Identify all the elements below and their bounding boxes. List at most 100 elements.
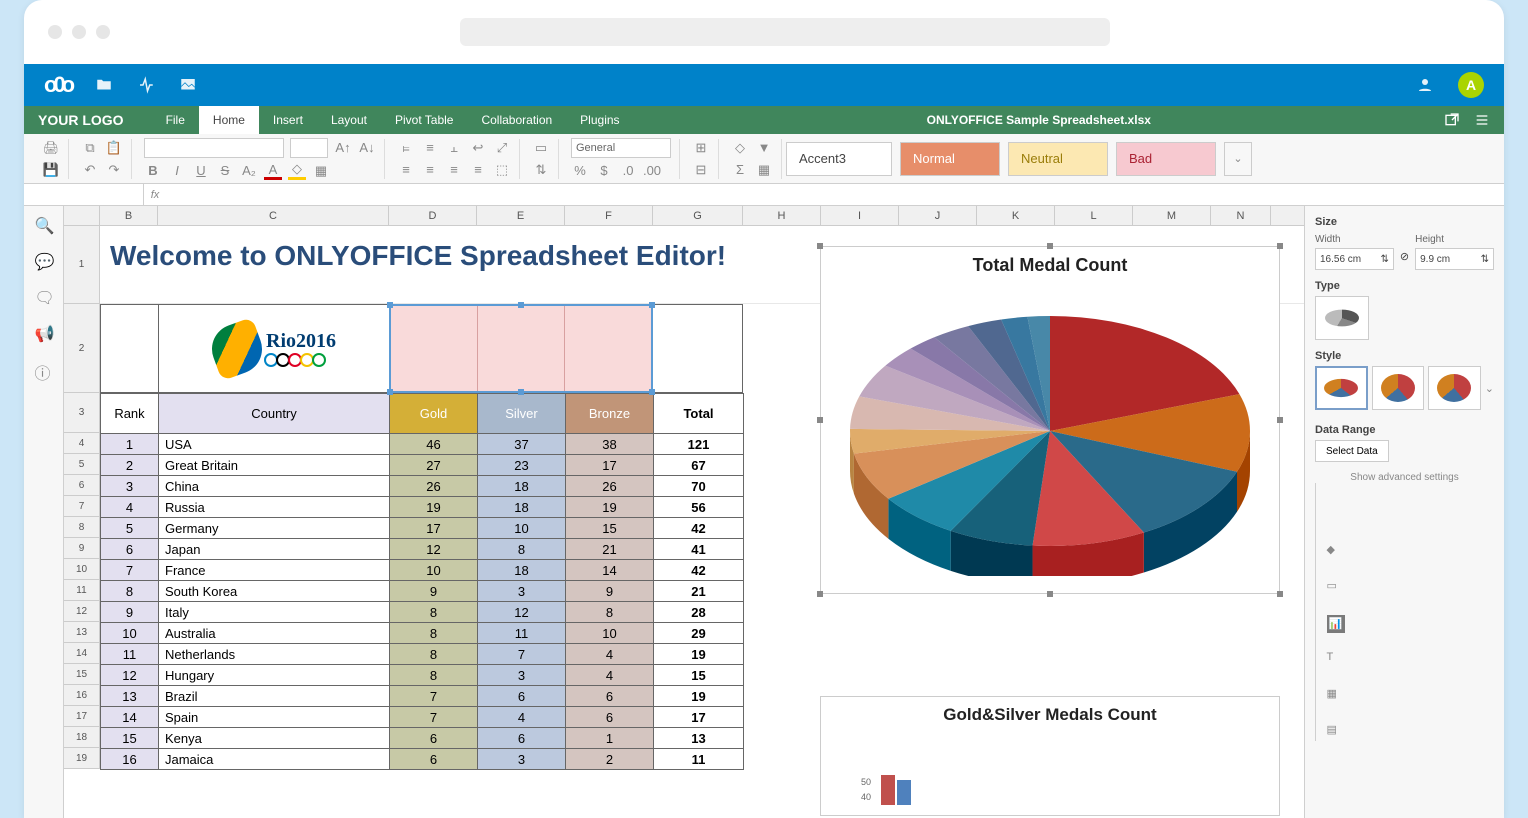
table-row[interactable]: 14Spain 74 617 xyxy=(101,707,744,728)
table-row[interactable]: 11Netherlands 87 419 xyxy=(101,644,744,665)
row-header[interactable]: 19 xyxy=(64,748,100,769)
column-header[interactable]: F xyxy=(565,206,653,225)
shape-settings-icon[interactable]: ◆ xyxy=(1327,543,1345,561)
pivot-settings-icon[interactable]: ▤ xyxy=(1327,723,1345,741)
chat-icon[interactable]: 🗨 xyxy=(35,288,53,306)
name-box[interactable] xyxy=(24,184,144,205)
underline-icon[interactable]: U xyxy=(192,162,210,180)
dec-increase-icon[interactable]: .00 xyxy=(643,162,661,180)
table-row[interactable]: 5Germany 1710 1542 xyxy=(101,518,744,539)
valign-mid-icon[interactable]: ≡ xyxy=(421,139,439,157)
chart-type-button[interactable] xyxy=(1315,296,1369,340)
align-justify-icon[interactable]: ≡ xyxy=(469,161,487,179)
row-header[interactable]: 8 xyxy=(64,517,100,538)
table-settings-icon[interactable]: ▦ xyxy=(1327,687,1345,705)
increase-font-icon[interactable]: A↑ xyxy=(334,139,352,157)
column-header[interactable]: D xyxy=(389,206,477,225)
table-row[interactable]: 8South Korea 93 921 xyxy=(101,581,744,602)
row-header[interactable]: 9 xyxy=(64,538,100,559)
autosum-icon[interactable]: Σ xyxy=(731,161,749,179)
orientation-icon[interactable]: ⤢ xyxy=(493,139,511,157)
accounting-icon[interactable]: $ xyxy=(595,162,613,180)
column-header[interactable]: I xyxy=(821,206,899,225)
column-header[interactable]: C xyxy=(158,206,389,225)
table-row[interactable]: 16Jamaica 63 211 xyxy=(101,749,744,770)
menu-tab-layout[interactable]: Layout xyxy=(317,106,381,134)
column-header[interactable]: B xyxy=(100,206,158,225)
cell-style-accent3[interactable]: Accent3 xyxy=(786,142,892,176)
table-row[interactable]: 13Brazil 76 619 xyxy=(101,686,744,707)
menu-tab-insert[interactable]: Insert xyxy=(259,106,317,134)
row-header[interactable]: 15 xyxy=(64,664,100,685)
table-row[interactable]: 9Italy 812 828 xyxy=(101,602,744,623)
sort-icon[interactable]: ⇅ xyxy=(532,161,550,179)
lock-aspect-icon[interactable]: ⊘ xyxy=(1400,250,1409,263)
table-row[interactable]: 6Japan 128 2141 xyxy=(101,539,744,560)
table-row[interactable]: 4Russia 1918 1956 xyxy=(101,497,744,518)
row-header[interactable]: 11 xyxy=(64,580,100,601)
undo-icon[interactable]: ↶ xyxy=(81,161,99,179)
row-header[interactable]: 4 xyxy=(64,433,100,454)
row-header[interactable]: 12 xyxy=(64,601,100,622)
italic-icon[interactable]: I xyxy=(168,162,186,180)
hamburger-icon[interactable] xyxy=(1474,112,1490,128)
row-header[interactable]: 1 xyxy=(64,226,100,304)
align-center-icon[interactable]: ≡ xyxy=(421,161,439,179)
font-size-select[interactable] xyxy=(290,138,328,158)
borders-icon[interactable]: ▦ xyxy=(312,162,330,180)
align-left-icon[interactable]: ≡ xyxy=(397,161,415,179)
pie-chart-object[interactable]: Total Medal Count xyxy=(820,246,1280,594)
redo-icon[interactable]: ↷ xyxy=(105,161,123,179)
user-avatar[interactable]: A xyxy=(1458,72,1484,98)
medal-table[interactable]: Rank Country Gold Silver Bronze Total 1U… xyxy=(100,393,744,770)
column-header[interactable]: H xyxy=(743,206,821,225)
spreadsheet-grid[interactable]: BCDEFGHIJKLMN 12345678910111213141516171… xyxy=(64,206,1304,818)
table-row[interactable]: 12Hungary 83 415 xyxy=(101,665,744,686)
table-row[interactable]: 2Great Britain 2723 1767 xyxy=(101,455,744,476)
filter-icon[interactable]: ▼ xyxy=(755,139,773,157)
insert-cells-icon[interactable]: ⊞ xyxy=(692,139,710,157)
row-header[interactable]: 13 xyxy=(64,622,100,643)
about-icon[interactable]: ⓘ xyxy=(35,360,53,378)
bold-icon[interactable]: B xyxy=(144,162,162,180)
selected-cell-range[interactable] xyxy=(389,304,653,393)
column-header[interactable]: N xyxy=(1211,206,1271,225)
valign-bot-icon[interactable]: ⫠ xyxy=(445,139,463,157)
subscript-icon[interactable]: A₂ xyxy=(240,162,258,180)
gallery-icon[interactable] xyxy=(179,76,197,94)
print-icon[interactable]: 🖨 xyxy=(42,139,60,157)
row-header[interactable]: 7 xyxy=(64,496,100,517)
chart-settings-icon[interactable]: 📊 xyxy=(1327,615,1345,633)
stepper-icon[interactable]: ⇅ xyxy=(1481,254,1489,265)
table-row[interactable]: 10Australia 811 1029 xyxy=(101,623,744,644)
select-data-button[interactable]: Select Data xyxy=(1315,440,1389,462)
menu-tab-home[interactable]: Home xyxy=(199,106,259,134)
menu-tab-collaboration[interactable]: Collaboration xyxy=(467,106,566,134)
column-header[interactable]: M xyxy=(1133,206,1211,225)
row-header[interactable]: 14 xyxy=(64,643,100,664)
row-header[interactable]: 18 xyxy=(64,727,100,748)
comments-icon[interactable]: 💬 xyxy=(35,252,53,270)
cell-style-neutral[interactable]: Neutral xyxy=(1008,142,1108,176)
decrease-font-icon[interactable]: A↓ xyxy=(358,139,376,157)
menu-tab-plugins[interactable]: Plugins xyxy=(566,106,633,134)
search-icon[interactable]: 🔍 xyxy=(35,216,53,234)
chevron-down-icon[interactable]: ⌄ xyxy=(1485,382,1494,395)
image-settings-icon[interactable]: ▭ xyxy=(1327,579,1345,597)
row-header[interactable]: 5 xyxy=(64,454,100,475)
fill-color-icon[interactable]: ◇ xyxy=(288,162,306,180)
select-all-corner[interactable] xyxy=(64,206,100,225)
menu-tab-pivot-table[interactable]: Pivot Table xyxy=(381,106,467,134)
advanced-settings-link[interactable]: Show advanced settings xyxy=(1315,472,1494,483)
percent-icon[interactable]: % xyxy=(571,162,589,180)
column-header[interactable]: L xyxy=(1055,206,1133,225)
feedback-icon[interactable]: 📢 xyxy=(35,324,53,342)
table-template-icon[interactable]: ▦ xyxy=(755,161,773,179)
column-header[interactable]: K xyxy=(977,206,1055,225)
activity-icon[interactable] xyxy=(137,76,155,94)
stepper-icon[interactable]: ⇅ xyxy=(1381,254,1389,265)
wrap-text-icon[interactable]: ↩ xyxy=(469,139,487,157)
dec-decrease-icon[interactable]: .0 xyxy=(619,162,637,180)
contacts-icon[interactable] xyxy=(1416,76,1434,94)
bar-chart-object[interactable]: Gold&Silver Medals Count 50 40 xyxy=(820,696,1280,816)
